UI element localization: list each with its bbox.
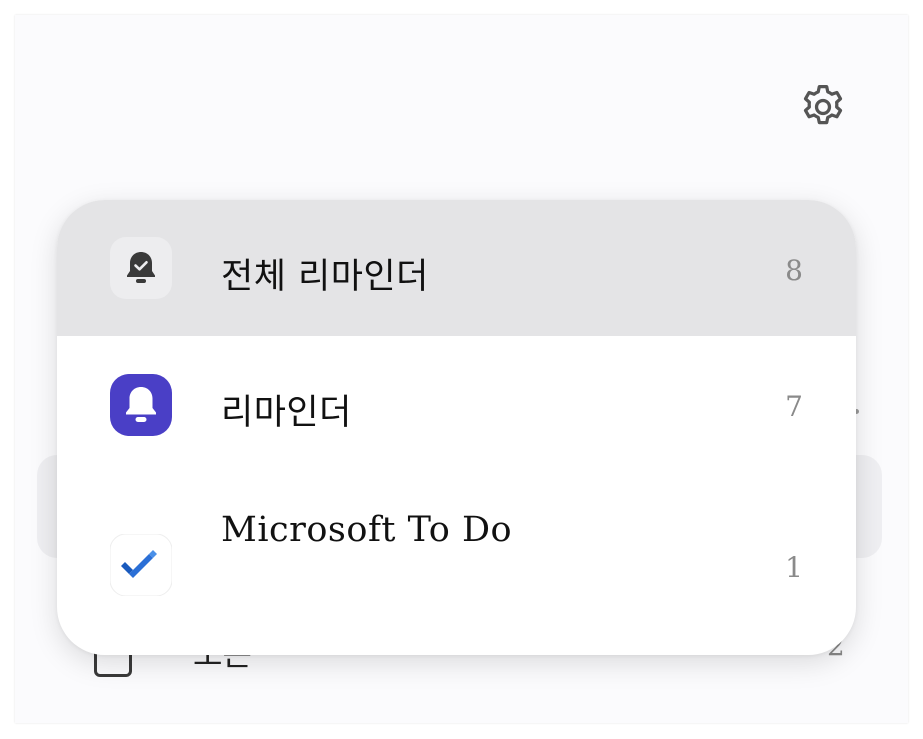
- list-item-count: 1: [785, 551, 803, 584]
- gear-icon[interactable]: [797, 81, 849, 133]
- bell-check-icon: [110, 237, 172, 299]
- bell-app-icon: [110, 374, 172, 436]
- list-item-label: 전체 리마인더: [221, 257, 429, 297]
- microsoft-todo-icon: [110, 534, 172, 596]
- list-item-count: 8: [785, 254, 803, 287]
- list-item-reminder[interactable]: 리마인더 7: [57, 336, 856, 472]
- list-item-microsoft-todo[interactable]: Microsoft To Do 1: [57, 472, 856, 655]
- list-item-label: 리마인더: [221, 393, 352, 433]
- redacted-area: [205, 575, 548, 623]
- reminder-list-popup: 전체 리마인더 8 리마인더 7 Microsoft To Do 1: [57, 200, 856, 655]
- list-item-label: Microsoft To Do: [221, 510, 513, 550]
- app-screen: 모든 2 전체 리마인더 8 리마인더 7: [15, 15, 908, 723]
- list-item-count: 7: [785, 390, 803, 423]
- list-item-all-reminders[interactable]: 전체 리마인더 8: [57, 200, 856, 336]
